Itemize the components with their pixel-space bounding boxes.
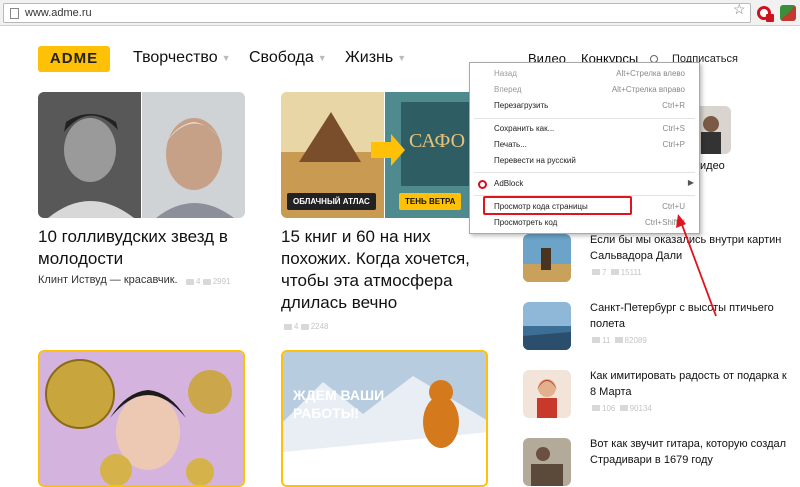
comment-count: 7 xyxy=(602,268,607,277)
menu-label: Назад xyxy=(494,69,517,78)
gift-thumb-image xyxy=(523,370,571,418)
card-subtitle: Клинт Иствуд — красавчик. xyxy=(38,274,178,286)
menu-shortcut: Alt+Стрелка влево xyxy=(616,69,685,78)
menu-shortcut: Alt+Стрелка вправо xyxy=(611,85,685,94)
card-image-discoball[interactable] xyxy=(38,350,245,487)
adblock-icon xyxy=(478,180,487,189)
comment-icon xyxy=(284,323,292,330)
browser-toolbar: www.adme.ru ☆ xyxy=(0,0,800,26)
menu-label: Перевести на русский xyxy=(494,156,576,165)
comment-count: 106 xyxy=(602,404,616,413)
menu-item-adblock[interactable]: AdBlock ▶ xyxy=(470,178,699,192)
sidebar-thumb-guitar[interactable] xyxy=(523,438,571,486)
dali-thumb-image xyxy=(523,234,571,282)
menu-item-back[interactable]: Назад Alt+Стрелка влево xyxy=(470,68,699,82)
sidebar-thumb-gift[interactable] xyxy=(523,370,571,418)
submenu-arrow-icon: ▶ xyxy=(687,178,694,187)
menu-shortcut: Ctrl+Shift+I xyxy=(644,218,685,227)
url-text[interactable]: www.adme.ru xyxy=(25,7,92,19)
portrait-photo xyxy=(38,92,245,218)
extension-badge-icon xyxy=(766,14,774,22)
menu-shortcut: Ctrl+S xyxy=(662,124,685,133)
sidebar-thumb-spb[interactable] xyxy=(523,302,571,350)
nav-item-creativity[interactable]: Творчество ▼ xyxy=(133,49,231,67)
spb-thumb-image xyxy=(523,302,571,350)
eye-icon xyxy=(610,269,619,275)
comment-count: 11 xyxy=(602,336,611,345)
menu-label: AdBlock xyxy=(494,179,524,188)
card-image-snow[interactable]: ЖДЕМ ВАШИ РАБОТЫ! xyxy=(281,350,488,487)
menu-label: Просмотреть код xyxy=(494,218,558,227)
nav-item-life[interactable]: Жизнь ▼ xyxy=(345,49,406,67)
card-image-books[interactable]: САФО ОБЛАЧНЫЙ АТЛАС ТЕНЬ ВЕТРА xyxy=(281,92,488,218)
chevron-down-icon: ▼ xyxy=(317,52,327,63)
comment-icon xyxy=(592,269,600,275)
menu-item-reload[interactable]: Перезагрузить Ctrl+R xyxy=(470,100,699,114)
menu-item-translate[interactable]: Перевести на русский xyxy=(470,155,699,169)
address-bar[interactable]: www.adme.ru xyxy=(3,3,751,23)
menu-separator xyxy=(474,172,695,173)
menu-shortcut: Ctrl+P xyxy=(662,140,685,149)
nav-item-freedom[interactable]: Свобода ▼ xyxy=(249,49,327,67)
sidebar-item-meta: 106 90134 xyxy=(592,404,652,413)
chevron-down-icon: ▼ xyxy=(397,52,407,63)
extension-icon[interactable] xyxy=(780,5,796,21)
card-meta: 4 2248 xyxy=(284,322,328,331)
guitar-thumb-image xyxy=(523,438,571,486)
menu-item-save-as[interactable]: Сохранить как... Ctrl+S xyxy=(470,123,699,137)
book-badge-left: ОБЛАЧНЫЙ АТЛАС xyxy=(287,193,376,210)
card-image-celebrities[interactable] xyxy=(38,92,245,218)
menu-label: Вперед xyxy=(494,85,522,94)
discoball-photo xyxy=(40,352,243,485)
view-count: 15111 xyxy=(620,268,642,277)
menu-label: Сохранить как... xyxy=(494,124,555,133)
card-title[interactable]: 15 книг и 60 на них похожих. Когда хочет… xyxy=(281,226,491,314)
card-title[interactable]: 10 голливудских звезд в молодости xyxy=(38,226,248,270)
view-count: 2991 xyxy=(212,277,231,286)
chevron-down-icon: ▼ xyxy=(221,52,231,63)
sidebar-video-label[interactable]: идео xyxy=(700,160,725,172)
view-source-highlight xyxy=(483,196,632,215)
comment-count: 4 xyxy=(294,322,299,331)
view-count: 82089 xyxy=(624,336,647,345)
sidebar-item-meta: 7 15111 xyxy=(592,268,642,277)
comment-icon xyxy=(592,337,600,343)
svg-text:САФО: САФО xyxy=(409,130,465,152)
menu-item-print[interactable]: Печать... Ctrl+P xyxy=(470,139,699,153)
nav-label: Свобода xyxy=(249,49,314,66)
nav-label: Творчество xyxy=(133,49,218,66)
menu-shortcut: Ctrl+R xyxy=(662,101,685,110)
eye-icon xyxy=(300,323,309,330)
bookmark-star-icon[interactable]: ☆ xyxy=(733,2,746,16)
menu-separator xyxy=(474,118,695,119)
comment-count: 4 xyxy=(196,277,201,286)
view-count: 90134 xyxy=(629,404,652,413)
sidebar-thumb-dali[interactable] xyxy=(523,234,571,282)
site-logo[interactable]: ADME xyxy=(38,46,110,72)
comment-icon xyxy=(186,278,194,285)
menu-label: Перезагрузить xyxy=(494,101,549,110)
page-icon xyxy=(10,8,19,19)
menu-item-forward[interactable]: Вперед Alt+Стрелка вправо xyxy=(470,84,699,98)
comment-icon xyxy=(592,405,600,411)
sidebar-item-title[interactable]: Санкт-Петербург с высоты птичьего полета xyxy=(590,300,790,332)
sidebar-item-title[interactable]: Как имитировать радость от подарка к 8 М… xyxy=(590,368,790,400)
card-overlay-text: ЖДЕМ ВАШИ РАБОТЫ! xyxy=(293,387,385,421)
view-count: 2248 xyxy=(310,322,329,331)
eye-icon xyxy=(614,337,623,343)
nav-label: Жизнь xyxy=(345,49,394,66)
menu-label: Печать... xyxy=(494,140,527,149)
eye-icon xyxy=(619,405,628,411)
menu-item-inspect[interactable]: Просмотреть код Ctrl+Shift+I xyxy=(470,217,699,231)
book-badge-right: ТЕНЬ ВЕТРА xyxy=(399,193,462,210)
sidebar-item-title[interactable]: Если бы мы оказались внутри картин Сальв… xyxy=(590,232,790,264)
eye-icon xyxy=(202,278,211,285)
sidebar-item-meta: 11 82089 xyxy=(592,336,647,345)
card-meta: 4 2991 xyxy=(186,277,230,286)
menu-shortcut: Ctrl+U xyxy=(662,202,685,211)
sidebar-item-title[interactable]: Вот как звучит гитара, которую создал Ст… xyxy=(590,436,790,468)
